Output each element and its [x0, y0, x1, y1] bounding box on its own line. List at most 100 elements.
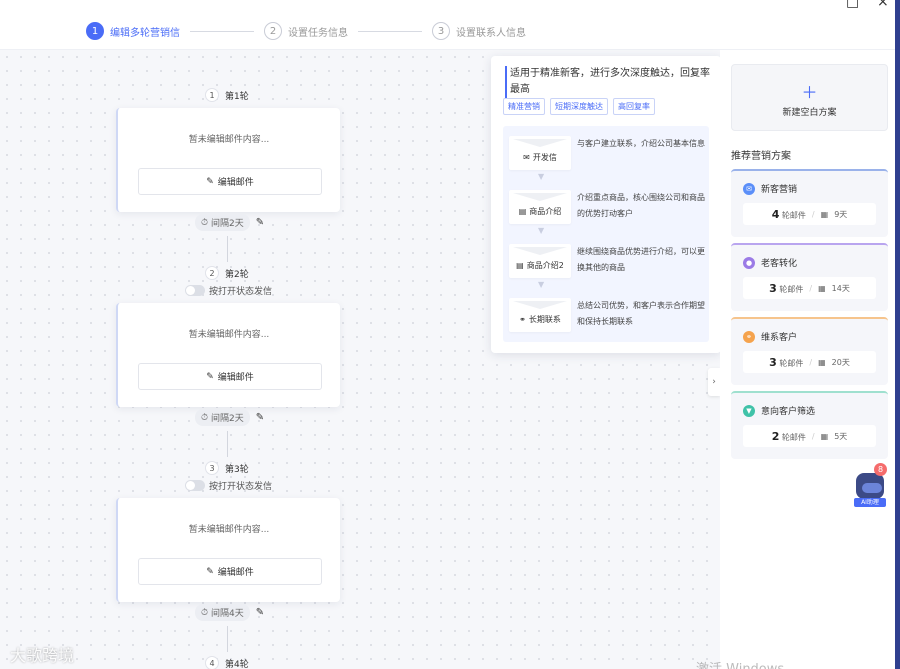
stat-divider: / — [809, 357, 813, 367]
interval-pill[interactable]: ⏱ 间隔2天 — [195, 214, 250, 231]
ai-assistant-label: AI助理 — [854, 498, 886, 507]
step-1[interactable]: 1 编辑多轮营销信 — [86, 22, 180, 40]
interval-row: ⏱ 间隔2天 ✎ — [195, 409, 264, 426]
stat-divider: / — [811, 209, 815, 219]
flow-step-label: 开发信 — [532, 152, 557, 162]
flow-step-text: 继续围绕商品优势进行介绍，可以更换其他的商品 — [577, 247, 705, 272]
plan-card-intent-filter[interactable]: ▼ 意向客户筛选 2 轮邮件 / ▦ 5天 — [731, 391, 888, 459]
edit-mail-label: 编辑邮件 — [217, 568, 254, 578]
connector-line — [227, 626, 228, 652]
round-label: 第4轮 — [225, 659, 249, 669]
round-header: 2 第2轮 — [205, 266, 249, 280]
clock-icon: ⏱ — [201, 607, 209, 618]
windows-activation-watermark: 激活 Windows — [696, 658, 784, 669]
plan-stats: 4 轮邮件 / ▦ 9天 — [743, 203, 876, 225]
flow-step: ▤ 商品介绍2 继续围绕商品优势进行介绍，可以更换其他的商品 — [509, 244, 705, 278]
step-2[interactable]: 2 设置任务信息 — [264, 22, 348, 40]
envelope-card: ✉ 开发信 — [509, 136, 571, 170]
plan-rounds: 3 轮邮件 — [769, 356, 803, 369]
envelope-card: ▤ 商品介绍 — [509, 190, 571, 224]
clock-icon: ⏱ — [201, 217, 209, 228]
mail-empty-text: 暂未编辑邮件内容... — [188, 135, 270, 145]
plan-header: ✉ 新客营销 — [743, 182, 797, 195]
round-header: 1 第1轮 — [205, 88, 249, 102]
stat-divider: / — [809, 283, 813, 293]
pencil-icon[interactable]: ✎ — [256, 607, 264, 618]
mail-empty-text: 暂未编辑邮件内容... — [188, 525, 270, 535]
ai-assistant-button[interactable]: AI助理 8 — [854, 463, 887, 507]
plan-name: 意向客户筛选 — [761, 407, 816, 417]
mail-card[interactable]: 暂未编辑邮件内容... ✎ 编辑邮件 — [116, 303, 340, 407]
plan-card-new-customer[interactable]: ✉ 新客营销 4 轮邮件 / ▦ 9天 — [731, 169, 888, 237]
mail-card[interactable]: 暂未编辑邮件内容... ✎ 编辑邮件 — [116, 108, 340, 212]
flow-step: ✉ 开发信 与客户建立联系，介绍公司基本信息 — [509, 136, 705, 170]
mail-card[interactable]: 暂未编辑邮件内容... ✎ 编辑邮件 — [116, 498, 340, 602]
round-label: 第1轮 — [225, 91, 249, 102]
pencil-icon[interactable]: ✎ — [256, 412, 264, 423]
arrow-down-icon: ▼ — [538, 226, 545, 235]
rounds-count: 3 — [769, 281, 777, 295]
round-number: 3 — [205, 461, 219, 475]
rounds-unit: 轮邮件 — [781, 210, 806, 220]
interval-pill[interactable]: ⏱ 间隔4天 — [195, 604, 250, 621]
document-icon: ▤ — [516, 260, 524, 270]
plan-tag: 精准营销 — [503, 98, 545, 115]
edit-icon: ✎ — [206, 371, 214, 382]
rounds-unit: 轮邮件 — [781, 432, 806, 442]
plan-name: 新客营销 — [761, 185, 798, 195]
plan-tag: 短期深度触达 — [550, 98, 608, 115]
toggle-label: 按打开状态发信 — [209, 482, 273, 492]
collapse-panel-button[interactable]: › — [708, 368, 720, 396]
interval-row: ⏱ 间隔4天 ✎ — [195, 604, 264, 621]
interval-label: 间隔4天 — [211, 609, 244, 619]
robot-icon — [856, 473, 884, 499]
maximize-icon[interactable]: □ — [846, 0, 859, 10]
brand-watermark: 大歌跨境 — [10, 646, 75, 665]
top-bar: □ × 1 编辑多轮营销信 2 设置任务信息 3 设置联系人信息 — [0, 0, 900, 50]
flow-step-text: 与客户建立联系，介绍公司基本信息 — [577, 139, 705, 148]
calendar-icon: ▦ — [818, 283, 826, 293]
round-number: 2 — [205, 266, 219, 280]
calendar-icon: ▦ — [820, 431, 829, 441]
toggle-label: 按打开状态发信 — [209, 287, 273, 297]
stat-divider: / — [811, 431, 815, 441]
flow-step-label: 商品介绍 — [529, 206, 562, 216]
plan-card-retain-customer[interactable]: ⚭ 维系客户 3 轮邮件 / ▦ 20天 — [731, 317, 888, 385]
edit-mail-button[interactable]: ✎ 编辑邮件 — [138, 558, 322, 585]
plan-card-old-customer[interactable]: ● 老客转化 3 轮邮件 / ▦ 14天 — [731, 243, 888, 311]
open-status-toggle[interactable] — [185, 285, 205, 296]
new-blank-plan-button[interactable]: ＋ 新建空白方案 — [731, 64, 888, 131]
notification-badge: 8 — [874, 463, 887, 476]
open-status-toggle[interactable] — [185, 480, 205, 491]
plan-stats: 3 轮邮件 / ▦ 20天 — [743, 351, 876, 373]
round-number: 4 — [205, 656, 219, 669]
user-icon: ● — [743, 256, 755, 269]
pencil-icon[interactable]: ✎ — [256, 217, 264, 228]
round-label: 第3轮 — [225, 464, 249, 475]
interval-pill[interactable]: ⏱ 间隔2天 — [195, 409, 250, 426]
close-icon[interactable]: × — [877, 0, 889, 10]
connector-line — [227, 431, 228, 457]
flow-step: ⚭ 长期联系 总结公司优势，和客户表示合作期望和保持长期联系 — [509, 298, 705, 332]
round-header: 3 第3轮 — [205, 461, 249, 475]
plan-description: 适用于精准新客，进行多次深度触达，回复率最高 — [505, 66, 710, 98]
flow-step: ▤ 商品介绍 介绍重点商品，核心围绕公司和商品的优势打动客户 — [509, 190, 705, 224]
rounds-count: 4 — [771, 207, 780, 221]
round-label: 第2轮 — [225, 269, 249, 280]
window-edge — [895, 0, 900, 669]
edit-mail-label: 编辑邮件 — [217, 373, 254, 383]
plan-rounds: 3 轮邮件 — [769, 282, 803, 295]
step-indicator: 1 编辑多轮营销信 2 设置任务信息 3 设置联系人信息 — [86, 22, 526, 40]
step-number: 2 — [264, 22, 282, 40]
rounds-unit: 轮邮件 — [779, 358, 804, 368]
mail-empty-text: 暂未编辑邮件内容... — [188, 330, 270, 340]
clock-icon: ⏱ — [201, 412, 209, 423]
edit-mail-button[interactable]: ✎ 编辑邮件 — [138, 168, 322, 195]
plan-tag: 高回复率 — [613, 98, 655, 115]
step-3[interactable]: 3 设置联系人信息 — [432, 22, 526, 40]
edit-mail-button[interactable]: ✎ 编辑邮件 — [138, 363, 322, 390]
open-status-toggle-row: 按打开状态发信 — [185, 284, 272, 297]
plan-days: 20天 — [831, 357, 850, 367]
step-label: 编辑多轮营销信 — [110, 27, 180, 39]
mail-icon: ✉ — [743, 182, 755, 195]
